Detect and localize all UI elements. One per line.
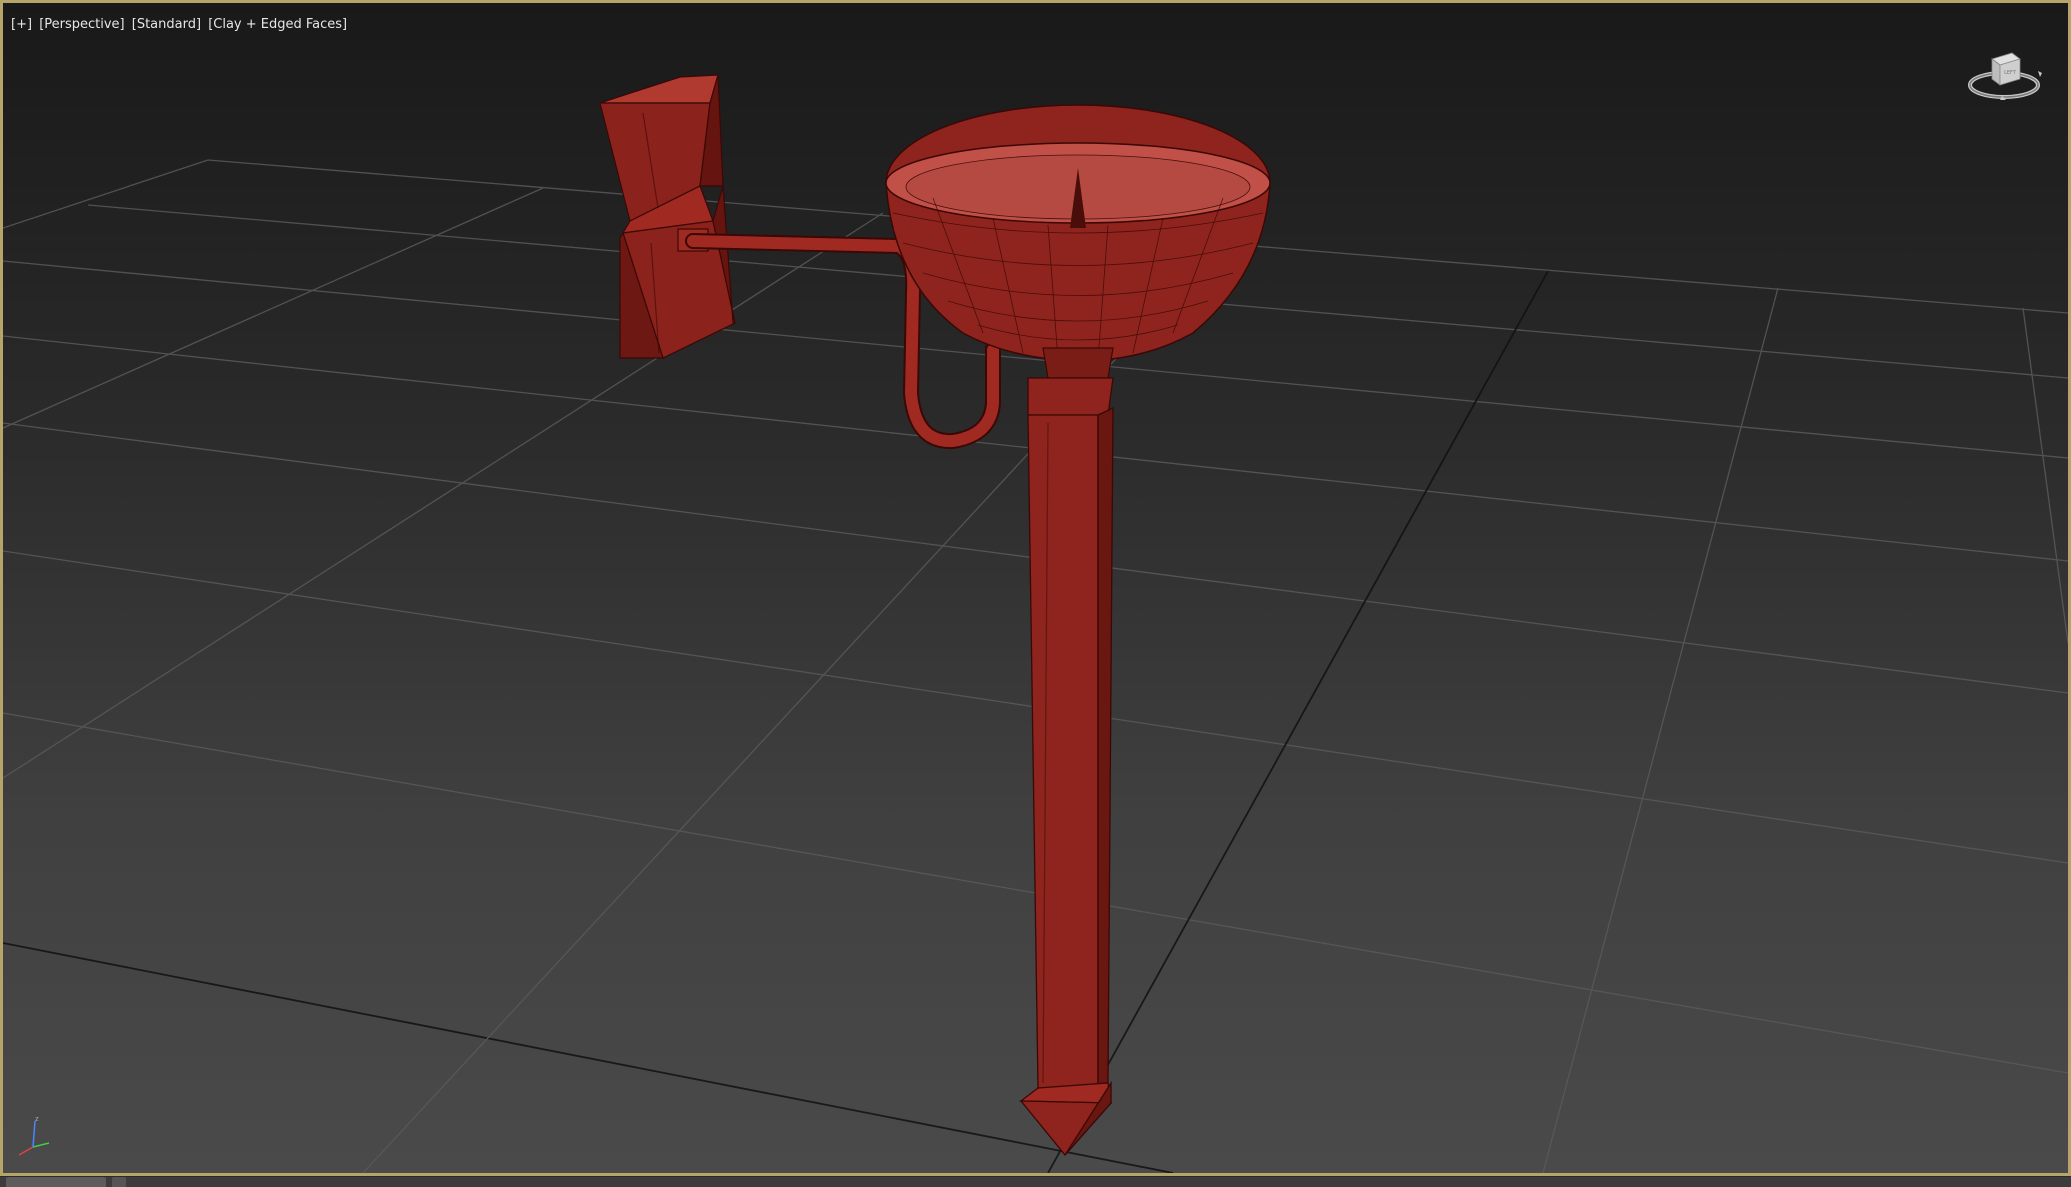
pole[interactable] bbox=[1027, 377, 1114, 1090]
viewport-menu-plus[interactable]: [+] bbox=[11, 17, 32, 32]
viewport-menu-standard[interactable]: [Standard] bbox=[132, 17, 201, 32]
viewport-menu-perspective[interactable]: [Perspective] bbox=[39, 17, 124, 32]
axis-tripod-icon: z bbox=[18, 1115, 50, 1156]
bottom-status-strip bbox=[0, 1176, 2071, 1187]
perspective-viewport[interactable]: [+] [Perspective] [Standard] [Clay + Edg… bbox=[0, 0, 2071, 1176]
pole-spike[interactable] bbox=[1019, 1080, 1113, 1157]
bowl[interactable] bbox=[885, 104, 1271, 379]
scene-canvas[interactable] bbox=[3, 3, 2068, 1173]
viewport-menu-shading[interactable]: [Clay + Edged Faces] bbox=[208, 17, 347, 32]
wall-mount-bracket[interactable] bbox=[599, 74, 736, 359]
viewport-label: [+] [Perspective] [Standard] [Clay + Edg… bbox=[11, 17, 347, 32]
max-app: [+] [Perspective] [Standard] [Clay + Edg… bbox=[0, 0, 2071, 1187]
viewcube-face-label: LEFT bbox=[2004, 70, 2017, 76]
viewcube-icon[interactable]: LEFT bbox=[1964, 45, 2048, 107]
svg-text:z: z bbox=[35, 1115, 39, 1123]
